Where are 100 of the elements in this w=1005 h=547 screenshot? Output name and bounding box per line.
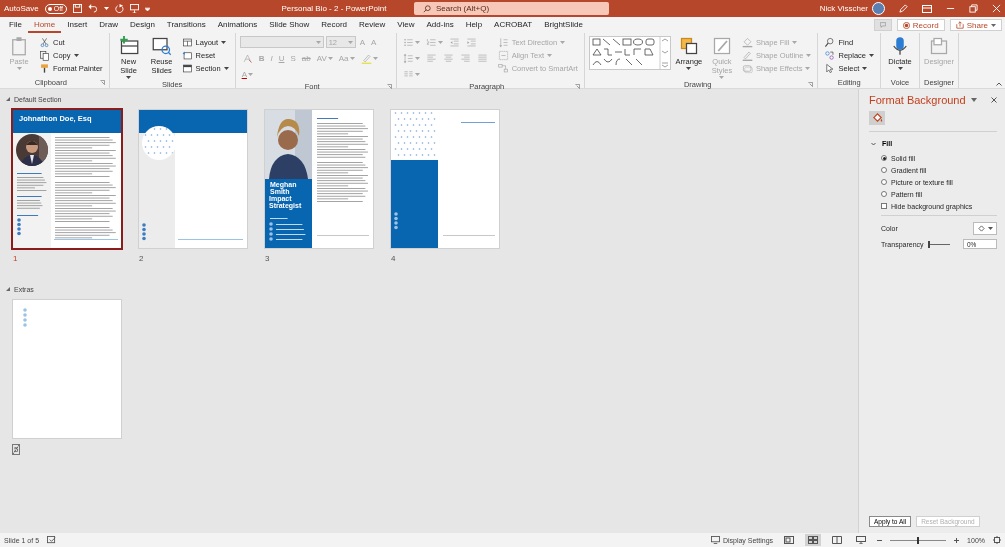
text-lines-drawing <box>276 224 306 240</box>
menu-tab[interactable]: Animations <box>211 17 264 33</box>
collapse-ribbon-icon[interactable] <box>996 82 1002 86</box>
slide-number: 5 <box>12 444 21 455</box>
dialog-launcher-icon[interactable] <box>99 80 105 85</box>
dot-pattern-drawing <box>394 112 436 156</box>
caret-icon <box>987 226 993 230</box>
menu-tab[interactable]: Review <box>353 17 392 33</box>
dot-pattern-drawing <box>142 126 176 160</box>
sorter-view-icon <box>808 536 819 544</box>
footer-rule <box>317 235 369 236</box>
text-lines-drawing <box>55 227 116 239</box>
menu-tab[interactable]: Help <box>459 17 489 33</box>
reading-view-icon <box>832 536 843 544</box>
normal-view-icon <box>784 536 795 544</box>
align-text-icon <box>497 49 509 61</box>
pen-icon[interactable] <box>899 4 908 13</box>
menu-tab[interactable]: Record <box>315 17 354 33</box>
paint-bucket-icon <box>871 113 883 123</box>
radio-button[interactable] <box>881 179 887 185</box>
share-button[interactable]: Share <box>949 19 1002 31</box>
fit-to-window-icon[interactable] <box>993 536 1001 544</box>
pencil-icon <box>741 49 753 61</box>
zoom-out-icon[interactable] <box>877 537 883 543</box>
text-lines-drawing <box>317 123 368 158</box>
menu-tab[interactable]: Draw <box>93 17 124 33</box>
numbered-list-icon <box>425 37 437 48</box>
shapes-gallery[interactable] <box>588 36 671 70</box>
dialog-launcher-icon[interactable] <box>386 84 392 89</box>
bullet-dots-drawing <box>23 308 27 327</box>
menu-tab[interactable]: Design <box>123 17 161 33</box>
footer-rule <box>178 239 243 240</box>
text-lines-drawing <box>17 215 39 216</box>
accessibility-icon[interactable] <box>47 536 57 544</box>
search-icon <box>423 4 431 13</box>
paint-bucket-icon <box>977 224 985 232</box>
menu-tab[interactable]: Slide Show <box>263 17 316 33</box>
slide-thumbnail[interactable] <box>390 109 500 249</box>
zoom-thumb[interactable] <box>917 536 920 544</box>
monitor-icon <box>710 536 720 544</box>
slide-thumbnail[interactable] <box>138 109 248 249</box>
layout-icon <box>181 36 193 48</box>
text-lines-drawing <box>17 173 42 174</box>
save-icon[interactable] <box>72 4 82 13</box>
caret-icon[interactable] <box>971 98 977 102</box>
caret-icon[interactable] <box>103 7 109 10</box>
menu-tab[interactable]: Transitions <box>160 17 212 33</box>
color-picker-button[interactable] <box>973 221 997 235</box>
text-lines-drawing <box>17 196 42 197</box>
caret-icon[interactable] <box>144 6 150 11</box>
share-icon <box>955 21 964 29</box>
copy-icon <box>39 49 50 61</box>
scissors-icon <box>39 36 50 48</box>
indent-icon <box>465 37 477 48</box>
collapse-triangle-icon[interactable] <box>6 97 10 101</box>
checkbox[interactable] <box>881 203 887 209</box>
redo-icon[interactable] <box>114 4 124 13</box>
pane-title: Format Background <box>869 94 967 106</box>
columns-icon <box>402 69 414 80</box>
ribbon-display-icon[interactable] <box>922 4 932 13</box>
avatar[interactable] <box>872 2 885 15</box>
clear-formatting-icon <box>241 53 253 64</box>
footer-rule <box>461 122 495 123</box>
footer-rule <box>54 239 118 240</box>
dialog-launcher-icon[interactable] <box>574 84 580 89</box>
text-lines-drawing <box>17 177 47 191</box>
clipboard-icon <box>9 36 29 56</box>
caret-icon <box>991 23 996 27</box>
close-icon[interactable] <box>991 97 997 103</box>
section-icon <box>181 62 193 74</box>
menu-tab[interactable]: File <box>3 17 28 33</box>
window-title: Personal Bio - 2 - PowerPoint <box>280 4 388 13</box>
menu-tab[interactable]: BrightSlide <box>538 17 589 33</box>
undo-icon[interactable] <box>87 4 98 13</box>
menu-tab[interactable]: Insert <box>61 17 94 33</box>
radio-button[interactable] <box>881 155 887 161</box>
bullet-dots-drawing <box>142 223 146 241</box>
zoom-in-icon[interactable] <box>954 537 960 543</box>
new-slide-icon <box>118 36 139 56</box>
menu-tab[interactable]: View <box>391 17 421 33</box>
dialog-launcher-icon[interactable] <box>808 82 814 87</box>
menu-tab[interactable]: Add-ins <box>420 17 460 33</box>
menu-tab[interactable]: ACROBAT <box>488 17 539 33</box>
radio-button[interactable] <box>881 191 887 197</box>
view-button[interactable] <box>805 534 822 546</box>
designer-icon <box>929 36 949 56</box>
slider-thumb[interactable] <box>927 240 930 248</box>
microphone-icon <box>890 36 910 56</box>
bullet-list-icon <box>402 37 414 48</box>
collapse-triangle-icon[interactable] <box>6 287 10 291</box>
outdent-icon <box>448 37 460 48</box>
fill-tab[interactable] <box>869 111 885 125</box>
radio-button[interactable] <box>881 167 887 173</box>
record-button[interactable]: Record <box>896 19 945 31</box>
restore-icon[interactable] <box>969 4 978 13</box>
slide-thumbnail[interactable] <box>12 299 122 439</box>
footer-rule <box>443 235 495 236</box>
presentation-icon[interactable] <box>129 4 139 13</box>
search-field[interactable]: Search (Alt+Q) <box>414 2 609 15</box>
align-right-icon <box>459 53 471 64</box>
